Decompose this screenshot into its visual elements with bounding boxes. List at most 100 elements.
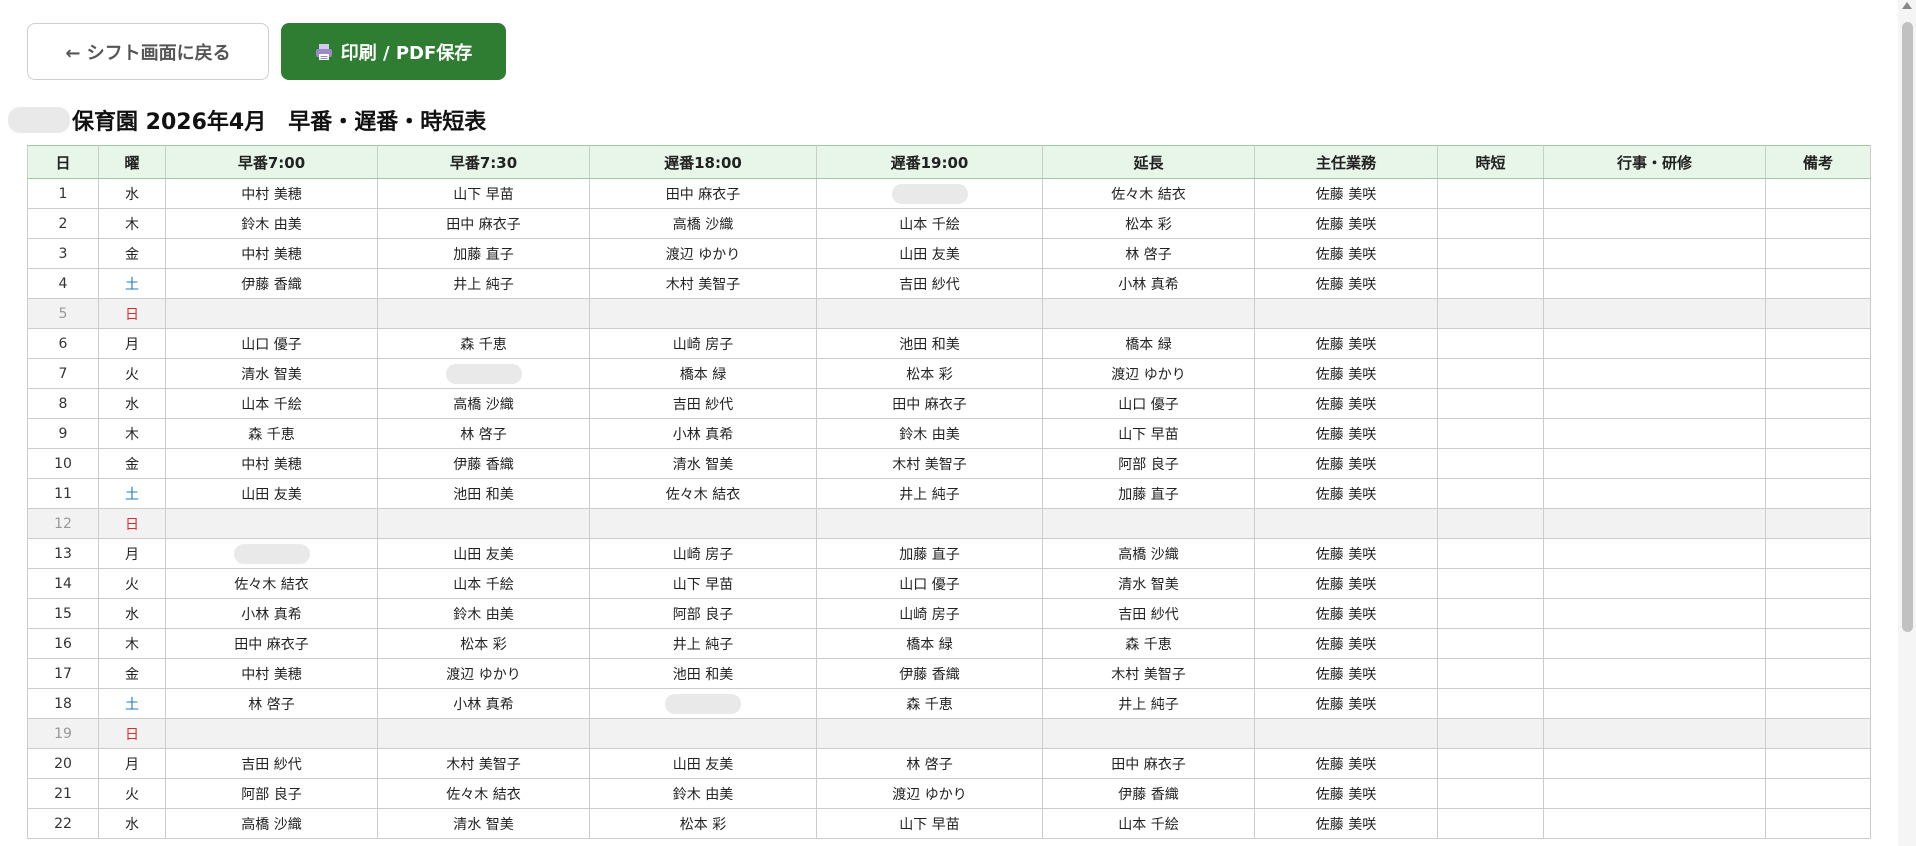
- cell-e700: 山口 優子: [165, 328, 378, 359]
- cell-l1800: 渡辺 ゆかり: [589, 238, 817, 269]
- redacted-name: [445, 363, 522, 384]
- cell-l1800: 田中 麻衣子: [589, 178, 817, 209]
- cell-l1900: 山崎 房子: [816, 598, 1043, 629]
- cell-l1900: 山口 優子: [816, 568, 1043, 599]
- cell-ext: 清水 智美: [1042, 568, 1255, 599]
- cell-event: [1543, 508, 1766, 539]
- cell-jitan: [1437, 628, 1544, 659]
- cell-notes: [1765, 388, 1871, 419]
- cell-event: [1543, 178, 1766, 209]
- cell-l1800: 山崎 房子: [589, 328, 817, 359]
- column-header: 行事・研修: [1543, 145, 1766, 179]
- table-row: 2 木鈴木 由美 田中 麻衣子 高橋 沙織 山本 千絵 松本 彩佐藤 美咲: [27, 208, 1871, 239]
- column-header: 日: [27, 145, 99, 179]
- print-pdf-button[interactable]: 印刷 / PDF保存: [281, 23, 506, 80]
- cell-dow: 水: [98, 808, 166, 839]
- cell-e700: 伊藤 香織: [165, 268, 378, 299]
- table-row: 13 月 山田 友美 山崎 房子 加藤 直子 高橋 沙織 佐藤 美咲: [27, 538, 1871, 569]
- cell-e700: [165, 538, 378, 569]
- cell-dow: 土: [98, 688, 166, 719]
- table-row: 19 日: [27, 718, 1871, 749]
- cell-chief: 佐藤 美咲: [1254, 448, 1438, 479]
- cell-l1800: 池田 和美: [589, 658, 817, 689]
- cell-ext: 伊藤 香織: [1042, 778, 1255, 809]
- cell-l1900: 加藤 直子: [816, 538, 1043, 569]
- cell-notes: [1765, 748, 1871, 779]
- cell-jitan: [1437, 178, 1544, 209]
- cell-day: 3: [27, 238, 99, 269]
- cell-event: [1543, 718, 1766, 749]
- cell-day: 1: [27, 178, 99, 209]
- cell-day: 16: [27, 628, 99, 659]
- cell-e700: 中村 美穂: [165, 238, 378, 269]
- header-row: 日曜早番7:00 早番7:30 遅番18:00 遅番19:00 延長 主任業務 時短 行事・研…: [27, 145, 1871, 179]
- cell-notes: [1765, 478, 1871, 509]
- table-row: 22 水高橋 沙織 清水 智美 松本 彩山下 早苗 山本 千絵 佐藤 美咲: [27, 808, 1871, 839]
- cell-dow: 木: [98, 628, 166, 659]
- cell-e700: 佐々木 結衣: [165, 568, 378, 599]
- scroll-up-icon[interactable]: [1902, 2, 1912, 9]
- cell-dow: 水: [98, 388, 166, 419]
- print-button-label: 印刷 / PDF保存: [340, 42, 473, 64]
- cell-day: 20: [27, 748, 99, 779]
- cell-notes: [1765, 268, 1871, 299]
- cell-day: 14: [27, 568, 99, 599]
- cell-l1900: 井上 純子: [816, 478, 1043, 509]
- cell-chief: 佐藤 美咲: [1254, 628, 1438, 659]
- cell-e700: 中村 美穂: [165, 658, 378, 689]
- redacted-name: [8, 107, 70, 133]
- column-header: 時短: [1437, 145, 1544, 179]
- cell-notes: [1765, 568, 1871, 599]
- table-row: 18 土林 啓子 小林 真希 森 千恵 井上 純子 佐藤 美咲: [27, 688, 1871, 719]
- cell-jitan: [1437, 538, 1544, 569]
- cell-event: [1543, 418, 1766, 449]
- printer-icon: [315, 43, 332, 60]
- cell-day: 5: [27, 298, 99, 329]
- cell-chief: 佐藤 美咲: [1254, 778, 1438, 809]
- cell-jitan: [1437, 658, 1544, 689]
- cell-chief: [1254, 718, 1438, 749]
- cell-l1900: 鈴木 由美: [816, 418, 1043, 449]
- cell-event: [1543, 688, 1766, 719]
- cell-l1900: [816, 718, 1043, 749]
- scroll-thumb[interactable]: [1902, 22, 1913, 632]
- cell-jitan: [1437, 478, 1544, 509]
- cell-l1900: 渡辺 ゆかり: [816, 778, 1043, 809]
- cell-e730: [377, 508, 590, 539]
- cell-dow: 火: [98, 568, 166, 599]
- cell-jitan: [1437, 508, 1544, 539]
- cell-day: 2: [27, 208, 99, 239]
- cell-day: 6: [27, 328, 99, 359]
- cell-l1900: 伊藤 香織: [816, 658, 1043, 689]
- cell-l1900: [816, 508, 1043, 539]
- cell-chief: 佐藤 美咲: [1254, 268, 1438, 299]
- cell-notes: [1765, 628, 1871, 659]
- cell-e730: 山田 友美: [377, 538, 590, 569]
- cell-notes: [1765, 718, 1871, 749]
- column-header: 延長: [1042, 145, 1255, 179]
- cell-e730: 田中 麻衣子: [377, 208, 590, 239]
- cell-notes: [1765, 808, 1871, 839]
- vertical-scrollbar[interactable]: [1898, 0, 1916, 846]
- cell-e730: 清水 智美: [377, 808, 590, 839]
- table-row: 3 金中村 美穂 加藤 直子 渡辺 ゆかり 山田 友美林 啓子 佐藤 美咲: [27, 238, 1871, 269]
- cell-notes: [1765, 598, 1871, 629]
- cell-dow: 金: [98, 658, 166, 689]
- cell-ext: 山口 優子: [1042, 388, 1255, 419]
- cell-l1900: 山田 友美: [816, 238, 1043, 269]
- cell-l1900: 松本 彩: [816, 358, 1043, 389]
- back-to-shift-button[interactable]: ← シフト画面に戻る: [27, 23, 269, 80]
- table-row: 7 火清水 智美 橋本 緑松本 彩渡辺 ゆかり 佐藤 美咲: [27, 358, 1871, 389]
- cell-e700: 山田 友美: [165, 478, 378, 509]
- cell-l1800: 井上 純子: [589, 628, 817, 659]
- cell-ext: 山本 千絵: [1042, 808, 1255, 839]
- column-header: 遅番19:00: [816, 145, 1043, 179]
- cell-ext: 橋本 緑: [1042, 328, 1255, 359]
- cell-l1800: 佐々木 結衣: [589, 478, 817, 509]
- cell-chief: [1254, 298, 1438, 329]
- cell-event: [1543, 748, 1766, 779]
- cell-chief: 佐藤 美咲: [1254, 208, 1438, 239]
- cell-l1900: 山本 千絵: [816, 208, 1043, 239]
- cell-jitan: [1437, 598, 1544, 629]
- cell-e730: 木村 美智子: [377, 748, 590, 779]
